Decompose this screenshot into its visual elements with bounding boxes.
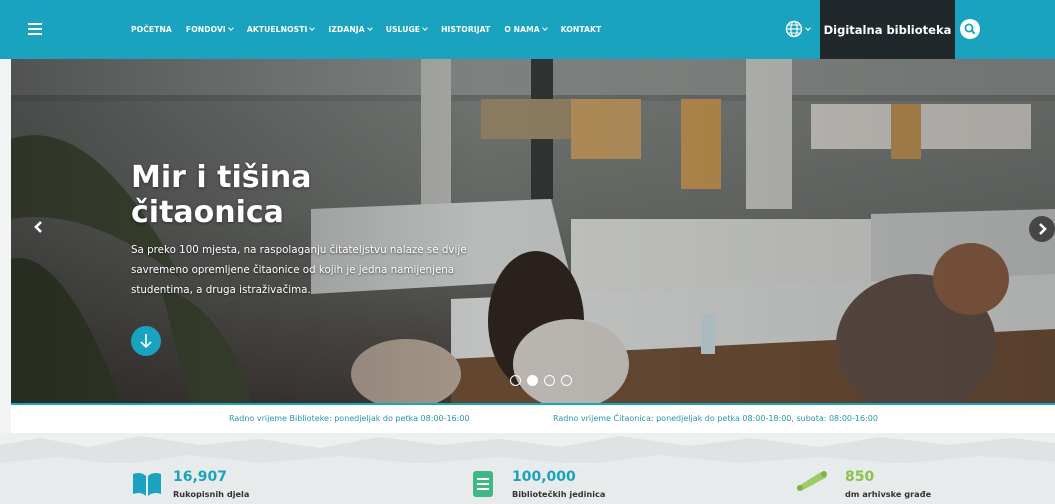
reading-room-photo xyxy=(11,59,1055,403)
document-icon xyxy=(473,471,493,497)
stat-label: Bibliotečkih jedinica xyxy=(512,489,606,499)
hero-slider: Mir i tišina čitaonica Sa preko 100 mjes… xyxy=(11,59,1055,403)
menu-item-pocetna[interactable]: POČETNA xyxy=(131,25,172,34)
chevron-down-icon xyxy=(228,25,234,31)
hero-title-line1: Mir i tišina xyxy=(131,160,312,195)
hamburger-icon[interactable] xyxy=(28,23,42,35)
slider-pagination xyxy=(510,375,578,386)
menu-item-izdanja[interactable]: IZDANJA xyxy=(328,25,373,34)
book-icon xyxy=(133,472,161,496)
menu-item-kontakt[interactable]: KONTAKT xyxy=(561,25,602,34)
slide-dot-4[interactable] xyxy=(561,375,572,386)
previous-slide-icon[interactable] xyxy=(31,219,47,235)
opening-hours-bar: Radno vrijeme Biblioteke: ponedjeljak do… xyxy=(11,405,1055,433)
hero-title-line2: čitaonica xyxy=(131,195,284,230)
search-button-circle xyxy=(960,19,980,39)
main-menu: POČETNA FONDOVI AKTUELNOSTI IZDANJA USLU… xyxy=(131,0,615,59)
chevron-down-icon xyxy=(309,25,316,31)
top-navigation: POČETNA FONDOVI AKTUELNOSTI IZDANJA USLU… xyxy=(0,0,1055,59)
hero-title: Mir i tišina čitaonica xyxy=(131,160,311,230)
hero-description: Sa preko 100 mjesta, na raspolaganju čit… xyxy=(131,244,467,296)
reading-room-hours-text: Radno vrijeme Čitaonica: ponedjeljak do … xyxy=(553,414,878,423)
chevron-down-icon xyxy=(422,25,428,31)
menu-item-usluge[interactable]: USLUGE xyxy=(386,25,428,34)
stat-number: 16,907 xyxy=(173,469,228,485)
slide-dot-1[interactable] xyxy=(510,375,521,386)
stat-number: 100,000 xyxy=(512,469,576,485)
scroll-icon xyxy=(797,471,827,491)
stat-label: Rukopisnih djela xyxy=(173,489,250,499)
menu-item-o-nama[interactable]: O NAMA xyxy=(504,25,548,34)
chevron-down-icon xyxy=(541,25,548,31)
menu-item-aktuelnosti[interactable]: AKTUELNOSTI xyxy=(247,25,316,34)
arrow-down-icon xyxy=(140,334,152,349)
language-chevron-icon[interactable] xyxy=(805,25,811,31)
search-button[interactable] xyxy=(955,0,1055,59)
slide-dot-2[interactable] xyxy=(527,375,538,386)
library-hours-text: Radno vrijeme Biblioteke: ponedjeljak do… xyxy=(229,414,470,423)
scroll-down-button[interactable] xyxy=(131,326,161,356)
stat-number: 850 xyxy=(845,469,875,485)
digital-library-button[interactable]: Digitalna biblioteka xyxy=(820,0,955,59)
slide-dot-3[interactable] xyxy=(544,375,555,386)
statistics-section: 16,907 Rukopisnih djela 100,000 Bibliote… xyxy=(0,433,1055,504)
chevron-down-icon xyxy=(366,25,373,31)
globe-icon[interactable] xyxy=(785,20,803,38)
next-slide-icon xyxy=(1039,223,1047,235)
menu-item-fondovi[interactable]: FONDOVI xyxy=(186,25,234,34)
next-slide-button[interactable] xyxy=(1029,216,1055,242)
stat-label: dm arhivske građe xyxy=(845,489,932,499)
search-icon xyxy=(964,23,976,35)
menu-item-historijat[interactable]: HISTORIJAT xyxy=(441,25,490,34)
